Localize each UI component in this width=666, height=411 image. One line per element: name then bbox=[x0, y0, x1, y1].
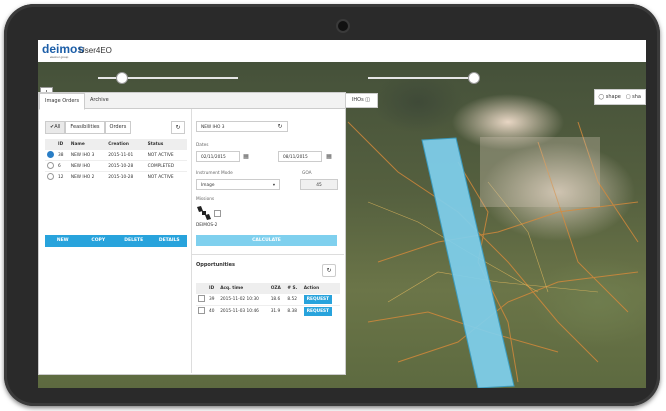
request-button[interactable]: REQUEST bbox=[303, 295, 333, 304]
instrument-mode-label: Instrument Mode bbox=[196, 171, 233, 176]
divider bbox=[192, 254, 344, 255]
table-row[interactable]: 38 NEW IHO 3 2015-11-01 NOT ACTIVE bbox=[45, 149, 187, 161]
shape-button-2[interactable]: ▢ sha bbox=[626, 94, 641, 100]
app-screen: deimos elecnor group User4EO ◯ shape ▢ s… bbox=[38, 40, 646, 388]
table-row[interactable]: 40 2015-11-03 10:46 31.9 8.38 REQUEST bbox=[196, 305, 340, 317]
logo-subtitle: elecnor group bbox=[50, 55, 69, 59]
column-header: Status bbox=[145, 139, 187, 150]
calendar-icon[interactable]: ▦ bbox=[325, 153, 333, 161]
orders-table: ID Name Creation Status 38 NEW IHO 3 201… bbox=[45, 139, 187, 182]
refresh-icon[interactable]: ↻ bbox=[274, 121, 286, 132]
order-form: NEW IHO 3 ↻ Dates 02/11/2015 ▦ 08/11/201… bbox=[192, 109, 344, 373]
slider-handle-right[interactable] bbox=[468, 72, 480, 84]
shape-button[interactable]: ◯ shape bbox=[599, 94, 621, 100]
goa-input[interactable]: 45 bbox=[300, 179, 338, 190]
column-header: Creation bbox=[106, 139, 146, 150]
details-button[interactable]: DETAILS bbox=[152, 235, 188, 247]
row-radio[interactable] bbox=[47, 172, 54, 180]
mission-checkbox[interactable] bbox=[214, 210, 221, 217]
table-row[interactable]: 6 NEW IHO 2015-10-28 COMPLETED bbox=[45, 160, 187, 172]
chevron-down-icon: ▾ bbox=[272, 183, 275, 188]
column-header: ID bbox=[56, 139, 69, 150]
opportunities-title: Opportunities bbox=[196, 262, 236, 268]
filter-all-button[interactable]: ✔All bbox=[45, 121, 66, 134]
instrument-mode-select[interactable]: Image ▾ bbox=[196, 179, 280, 190]
row-checkbox[interactable] bbox=[198, 307, 205, 314]
request-button[interactable]: REQUEST bbox=[303, 307, 333, 316]
table-row[interactable]: 12 NEW IHO 2 2015-10-28 NOT ACTIVE bbox=[45, 171, 187, 182]
ihos-button[interactable]: IHOs ◫ bbox=[344, 93, 378, 108]
row-radio[interactable] bbox=[47, 161, 54, 169]
delete-button[interactable]: DELETE bbox=[116, 235, 152, 247]
calculate-button[interactable]: CALCULATE bbox=[196, 235, 337, 246]
column-header: ID bbox=[207, 283, 219, 294]
missions-label: Missions bbox=[196, 197, 215, 202]
orders-header-row: ID Name Creation Status bbox=[45, 139, 187, 150]
orders-panel: Image Orders Archive ✔All Feasibilities … bbox=[38, 92, 346, 375]
goa-label: GOA bbox=[302, 171, 312, 176]
column-header: Acq. time bbox=[218, 283, 269, 294]
column-header: # S. bbox=[285, 283, 302, 294]
filter-bar: ✔All Feasibilities Orders bbox=[45, 121, 132, 134]
top-bar: deimos elecnor group User4EO bbox=[38, 40, 646, 63]
date-to-input[interactable]: 08/11/2015 bbox=[278, 151, 322, 162]
new-button[interactable]: NEW bbox=[45, 235, 81, 247]
filter-orders-button[interactable]: Orders bbox=[104, 121, 132, 134]
app-title: User4EO bbox=[79, 46, 112, 55]
tab-archive[interactable]: Archive bbox=[85, 93, 114, 108]
order-actions: NEW COPY DELETE DETAILS bbox=[45, 235, 187, 247]
satellite-icon[interactable] bbox=[196, 205, 212, 221]
orders-column: ✔All Feasibilities Orders ↻ ID Name Crea… bbox=[39, 109, 192, 373]
column-header: Name bbox=[68, 139, 107, 150]
column-header: OZA bbox=[268, 283, 286, 294]
opacity-slider-right[interactable] bbox=[368, 77, 478, 79]
date-from-input[interactable]: 02/11/2015 bbox=[196, 151, 240, 162]
shape-toolbar: ◯ shape ▢ sha bbox=[593, 89, 646, 105]
camera-icon bbox=[336, 19, 350, 33]
refresh-icon[interactable]: ↻ bbox=[322, 264, 336, 277]
column-header: Action bbox=[301, 283, 340, 294]
opportunities-table: ID Acq. time OZA # S. Action 39 2015-11-… bbox=[196, 283, 340, 317]
row-radio[interactable] bbox=[47, 150, 54, 158]
tablet-frame: deimos elecnor group User4EO ◯ shape ▢ s… bbox=[4, 4, 660, 406]
panel-tabs: Image Orders Archive bbox=[39, 93, 345, 110]
row-checkbox[interactable] bbox=[198, 295, 205, 302]
dates-label: Dates bbox=[196, 143, 209, 148]
opportunities-header-row: ID Acq. time OZA # S. Action bbox=[196, 283, 340, 294]
calendar-icon[interactable]: ▦ bbox=[242, 153, 250, 161]
copy-button[interactable]: COPY bbox=[81, 235, 117, 247]
tab-image-orders[interactable]: Image Orders bbox=[39, 93, 86, 110]
filter-feasibilities-button[interactable]: Feasibilities bbox=[65, 121, 105, 134]
table-row[interactable]: 39 2015-11-02 10:30 18.6 8.52 REQUEST bbox=[196, 293, 340, 306]
mission-name: DEIMOS-2 bbox=[196, 223, 218, 228]
slider-handle-left[interactable] bbox=[116, 72, 128, 84]
refresh-icon[interactable]: ↻ bbox=[171, 121, 185, 134]
logo[interactable]: deimos bbox=[42, 42, 84, 56]
